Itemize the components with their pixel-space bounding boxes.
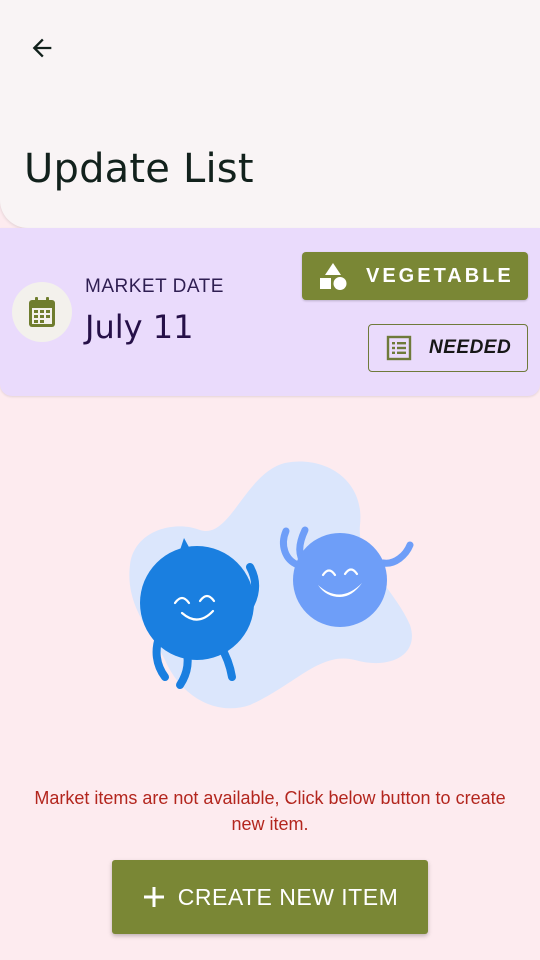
calendar-icon [29, 297, 55, 327]
empty-state-message: Market items are not available, Click be… [34, 788, 506, 834]
category-chip-label: VEGETABLE [366, 264, 514, 287]
status-chip[interactable]: NEEDED [368, 324, 528, 372]
shapes-icon [320, 263, 347, 290]
market-date-label: MARKET DATE [85, 276, 224, 297]
update-list-screen: Update List MARKET DATE July 11 VEGETABL… [0, 0, 540, 960]
app-header: Update List [0, 0, 540, 228]
list-icon [386, 335, 412, 361]
status-chip-label: NEEDED [429, 337, 512, 358]
create-new-item-button[interactable]: CREATE NEW ITEM [112, 860, 428, 934]
category-chip[interactable]: VEGETABLE [302, 252, 528, 300]
create-new-item-label: CREATE NEW ITEM [177, 883, 399, 910]
market-info-card: MARKET DATE July 11 VEGETABLE NEEDED [0, 228, 540, 396]
happy-blobs-illustration [129, 461, 414, 709]
calendar-badge [12, 282, 72, 342]
back-button[interactable] [18, 24, 66, 72]
arrow-left-icon [32, 38, 52, 58]
market-date-value: July 11 [85, 308, 194, 346]
page-title: Update List [24, 146, 254, 192]
plus-icon [143, 887, 164, 907]
